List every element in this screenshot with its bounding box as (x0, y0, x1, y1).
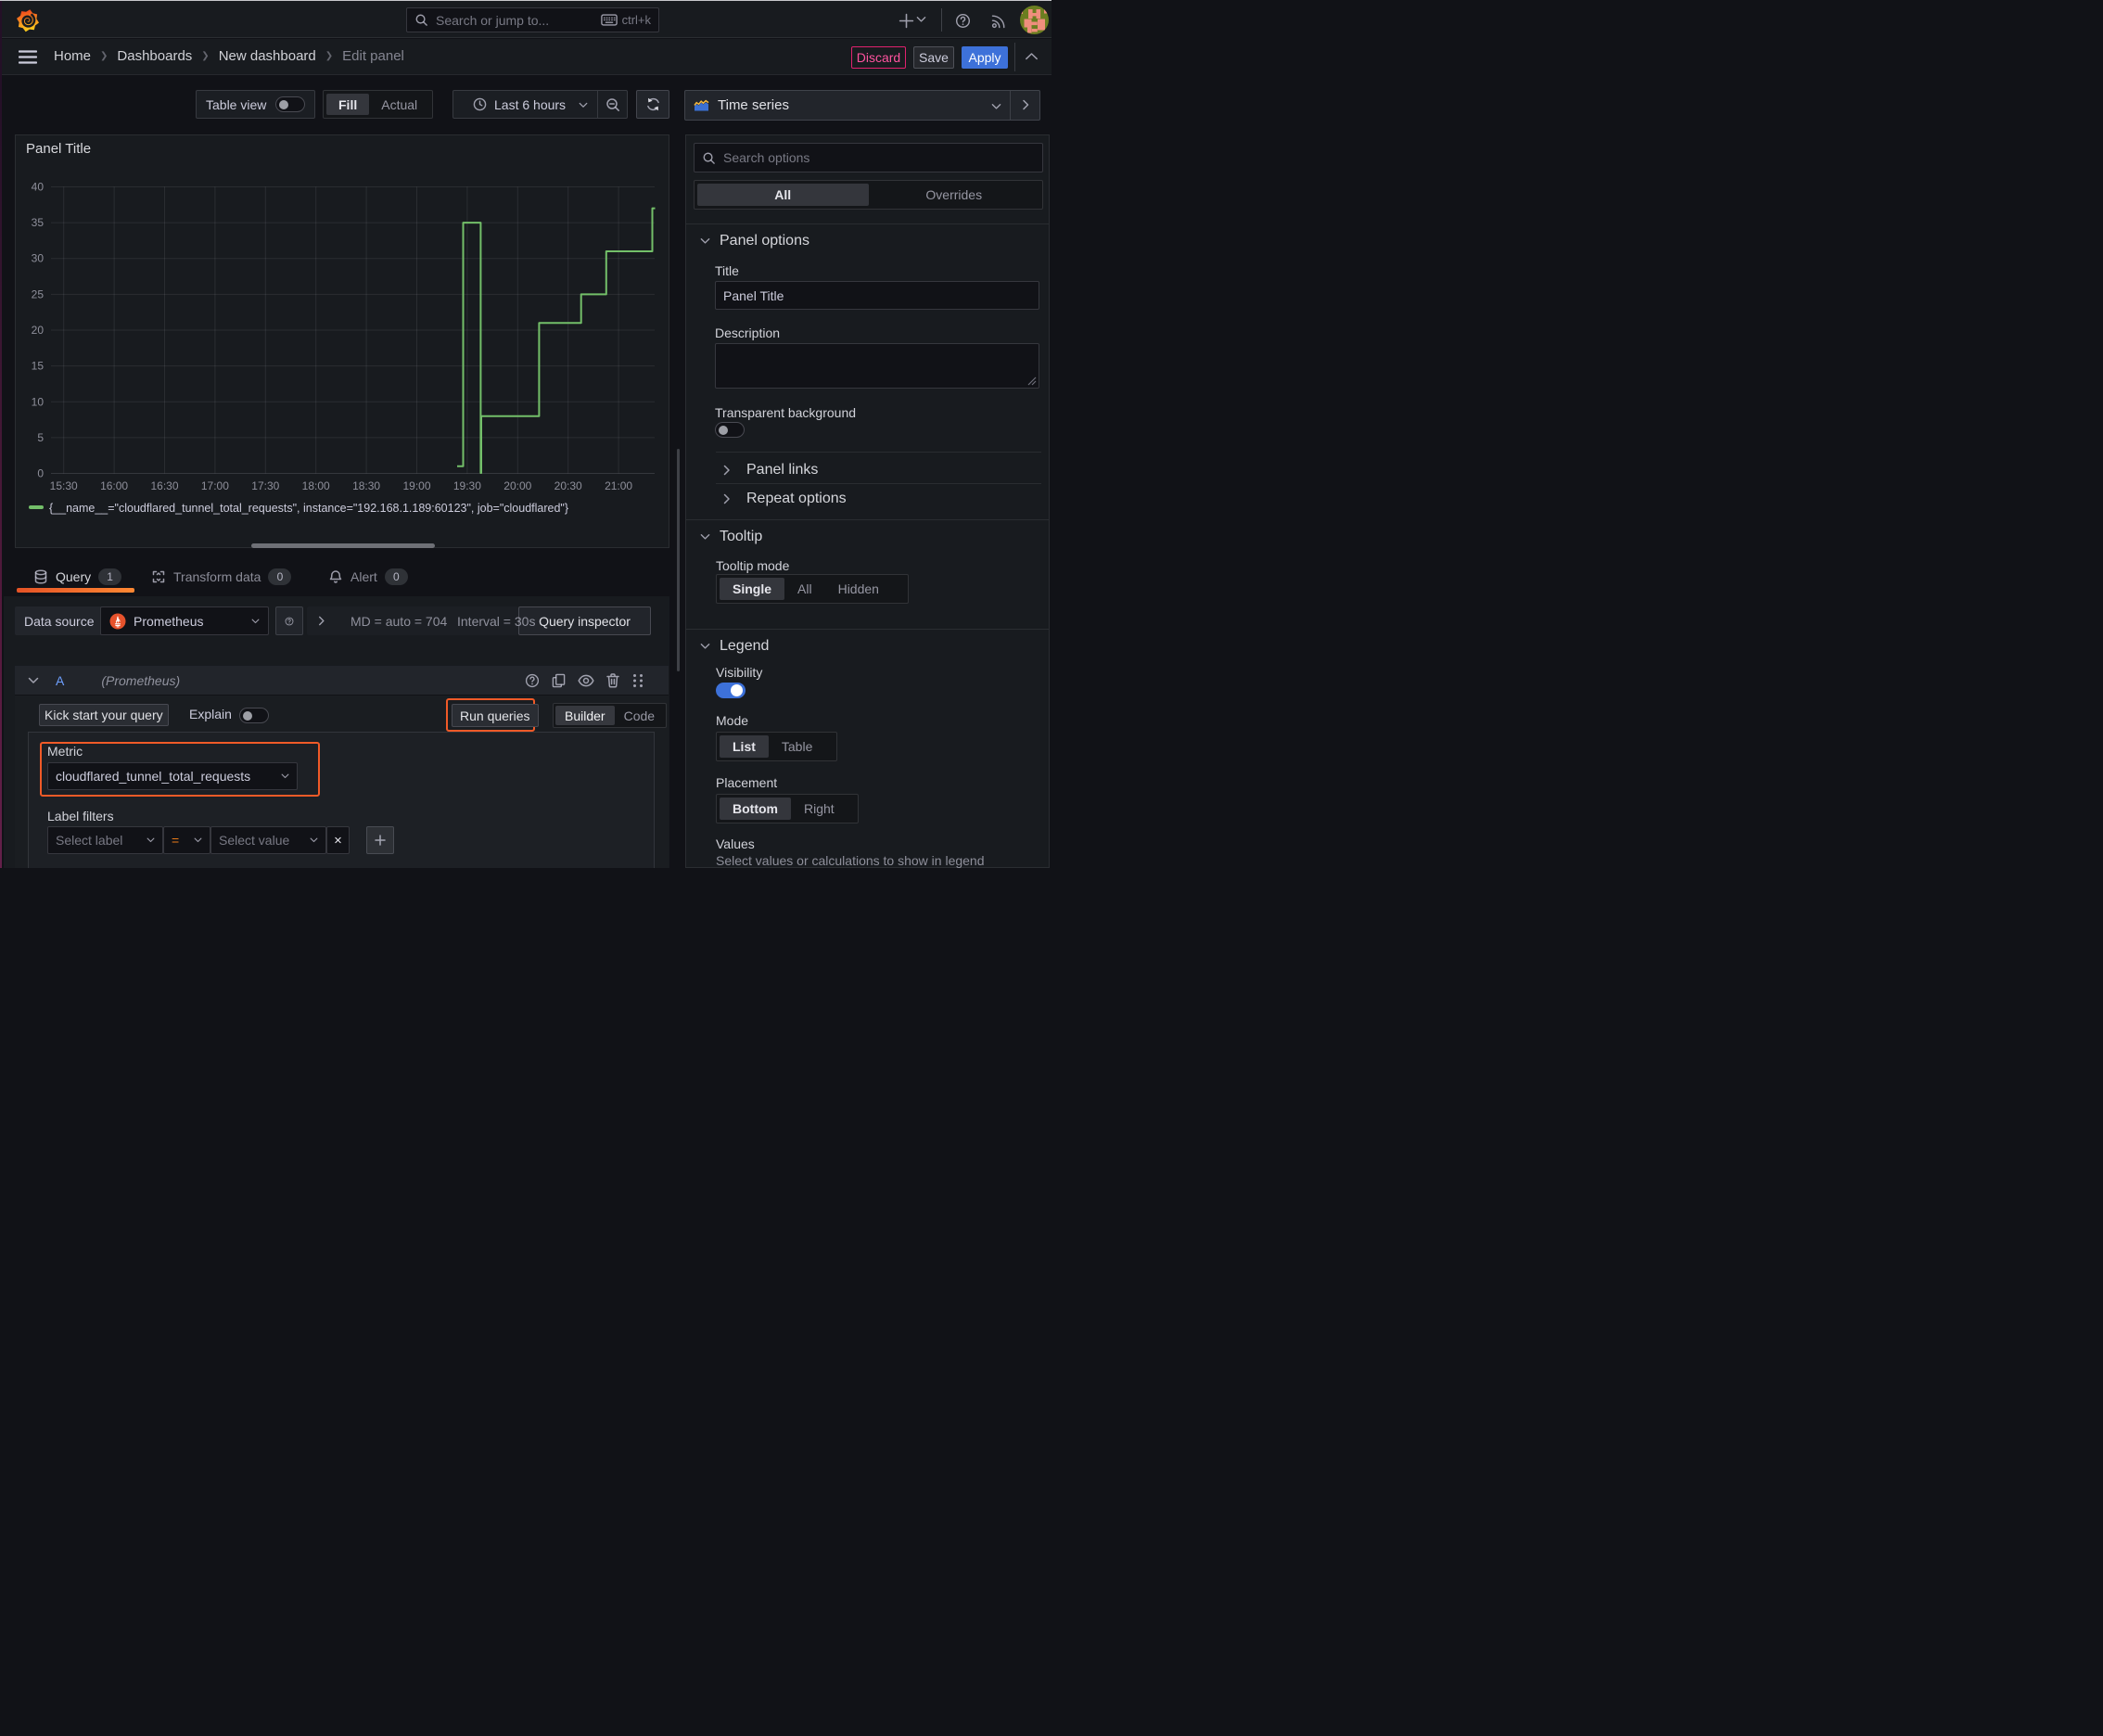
svg-text:20:00: 20:00 (503, 479, 531, 492)
svg-text:20:30: 20:30 (554, 479, 582, 492)
svg-text:{__name__="cloudflared_tunnel_: {__name__="cloudflared_tunnel_total_requ… (49, 502, 568, 515)
svg-text:35: 35 (32, 216, 45, 229)
svg-text:10: 10 (32, 395, 45, 408)
svg-text:15: 15 (32, 360, 45, 373)
svg-text:20: 20 (32, 324, 45, 337)
svg-text:15:30: 15:30 (50, 479, 78, 492)
svg-text:0: 0 (37, 467, 44, 480)
svg-text:21:00: 21:00 (605, 479, 632, 492)
svg-text:17:00: 17:00 (201, 479, 229, 492)
svg-text:5: 5 (37, 431, 44, 444)
svg-text:16:30: 16:30 (150, 479, 178, 492)
svg-text:17:30: 17:30 (251, 479, 279, 492)
svg-text:30: 30 (32, 252, 45, 265)
svg-text:40: 40 (32, 181, 45, 194)
svg-text:18:30: 18:30 (352, 479, 380, 492)
svg-text:19:00: 19:00 (402, 479, 430, 492)
svg-text:16:00: 16:00 (100, 479, 128, 492)
svg-text:18:00: 18:00 (302, 479, 330, 492)
svg-text:19:30: 19:30 (453, 479, 481, 492)
svg-text:25: 25 (32, 287, 45, 300)
